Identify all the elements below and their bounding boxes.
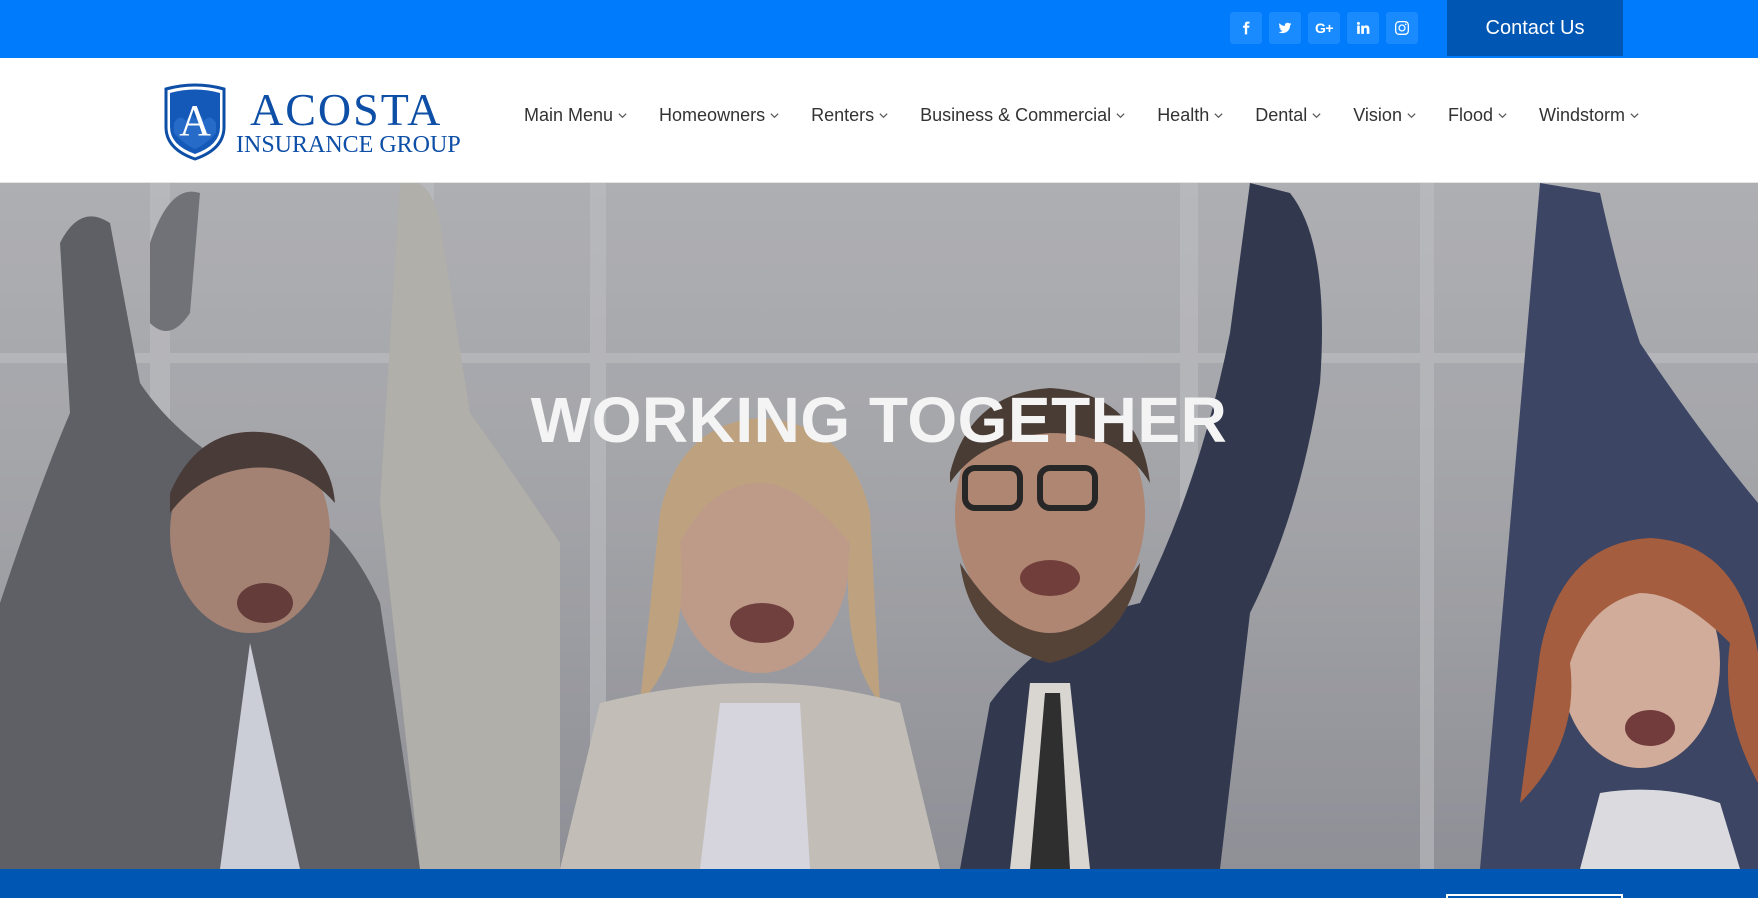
- chevron-down-icon: [770, 113, 779, 119]
- logo-name: ACOSTA: [250, 84, 443, 135]
- nav-item-vision[interactable]: Vision: [1353, 105, 1417, 126]
- hero-title: WORKING TOGETHER: [530, 384, 1228, 456]
- chevron-down-icon: [879, 113, 888, 119]
- top-bar: G+ Contact Us: [0, 0, 1758, 58]
- bottom-bar: [0, 869, 1758, 898]
- chevron-down-icon: [1116, 113, 1125, 119]
- nav-item-homeowners[interactable]: Homeowners: [659, 105, 780, 126]
- linkedin-icon[interactable]: [1347, 12, 1379, 44]
- nav-item-label: Dental: [1255, 105, 1308, 125]
- nav-item-dental[interactable]: Dental: [1255, 105, 1322, 126]
- instagram-icon[interactable]: [1386, 12, 1418, 44]
- chevron-down-icon: [1214, 113, 1223, 119]
- nav-item-label: Renters: [811, 105, 875, 125]
- bottom-bar-button[interactable]: [1446, 894, 1623, 898]
- nav-item-business-commercial[interactable]: Business & Commercial: [920, 105, 1126, 126]
- nav-item-label: Windstorm: [1538, 105, 1625, 125]
- social-links: G+: [1230, 12, 1418, 44]
- google-plus-glyph: G+: [1314, 20, 1334, 36]
- logo-text: ACOSTA INSURANCE GROUP: [236, 84, 461, 158]
- site-header: A ACOSTA INSURANCE GROUP Main Menu Homeo…: [0, 58, 1758, 183]
- chevron-down-icon: [618, 113, 627, 119]
- chevron-down-icon: [1312, 113, 1321, 119]
- nav-item-label: Main Menu: [524, 105, 614, 125]
- nav-item-main-menu[interactable]: Main Menu: [524, 105, 628, 126]
- hero-background-image: [0, 183, 1758, 869]
- svg-text:A: A: [179, 96, 211, 145]
- logo[interactable]: A ACOSTA INSURANCE GROUP: [160, 83, 478, 161]
- nav-item-label: Health: [1157, 105, 1210, 125]
- nav-item-label: Homeowners: [659, 105, 766, 125]
- nav-item-renters[interactable]: Renters: [811, 105, 889, 126]
- nav-item-windstorm[interactable]: Windstorm: [1539, 105, 1640, 126]
- facebook-icon[interactable]: [1230, 12, 1262, 44]
- main-nav: Main Menu Homeowners Renters Business & …: [524, 105, 1640, 126]
- contact-us-button[interactable]: Contact Us: [1447, 0, 1623, 56]
- chevron-down-icon: [1407, 113, 1416, 119]
- nav-item-flood[interactable]: Flood: [1448, 105, 1508, 126]
- chevron-down-icon: [1498, 113, 1507, 119]
- nav-item-label: Business & Commercial: [920, 105, 1112, 125]
- twitter-icon[interactable]: [1269, 12, 1301, 44]
- nav-item-health[interactable]: Health: [1157, 105, 1224, 126]
- logo-subtitle: INSURANCE GROUP: [236, 132, 461, 158]
- nav-item-label: Vision: [1353, 105, 1402, 125]
- shield-logo-icon: A: [164, 83, 226, 161]
- google-plus-icon[interactable]: G+: [1308, 12, 1340, 44]
- hero-banner: WORKING TOGETHER: [0, 183, 1758, 869]
- chevron-down-icon: [1630, 113, 1639, 119]
- nav-item-label: Flood: [1447, 105, 1493, 125]
